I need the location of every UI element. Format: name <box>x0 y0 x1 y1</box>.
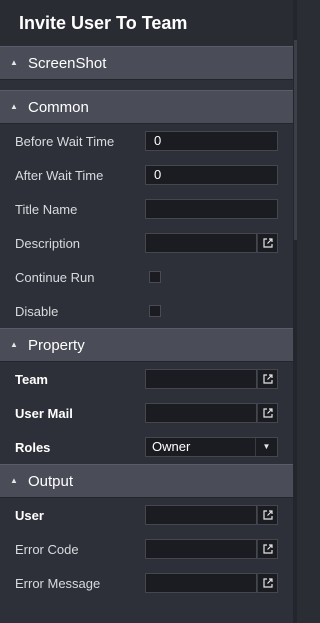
roles-selected-value: Owner <box>152 439 191 454</box>
row-description: Description <box>0 226 293 260</box>
description-input[interactable] <box>145 233 257 253</box>
open-external-icon[interactable] <box>257 539 278 559</box>
row-error-message: Error Message <box>0 566 293 600</box>
chevron-up-icon: ▲ <box>10 58 18 67</box>
open-external-icon[interactable] <box>257 369 278 389</box>
row-user: User <box>0 498 293 532</box>
section-label: Property <box>28 336 85 354</box>
team-input[interactable] <box>145 369 257 389</box>
open-external-icon[interactable] <box>257 505 278 525</box>
section-header-output[interactable]: ▲ Output <box>0 464 293 498</box>
chevron-up-icon: ▲ <box>10 340 18 349</box>
continue-run-label: Continue Run <box>15 269 95 285</box>
error-message-label: Error Message <box>15 575 101 591</box>
open-external-icon[interactable] <box>257 573 278 593</box>
section-header-property[interactable]: ▲ Property <box>0 328 293 362</box>
continue-run-checkbox[interactable] <box>149 271 161 283</box>
user-label: User <box>15 507 44 523</box>
chevron-up-icon: ▲ <box>10 102 18 111</box>
section-label: ScreenShot <box>28 54 107 72</box>
roles-label: Roles <box>15 439 51 455</box>
open-external-icon[interactable] <box>257 233 278 253</box>
scrollbar-thumb[interactable] <box>294 40 297 240</box>
disable-label: Disable <box>15 303 59 319</box>
row-continue-run: Continue Run <box>0 260 293 294</box>
before-wait-time-label: Before Wait Time <box>15 133 115 149</box>
error-message-input[interactable] <box>145 573 257 593</box>
disable-checkbox[interactable] <box>149 305 161 317</box>
row-disable: Disable <box>0 294 293 328</box>
section-header-common[interactable]: ▲ Common <box>0 90 293 124</box>
user-input[interactable] <box>145 505 257 525</box>
section-label: Common <box>28 98 89 116</box>
section-spacer <box>0 80 293 90</box>
section-label: Output <box>28 472 74 490</box>
after-wait-time-input[interactable]: 0 <box>145 165 278 185</box>
section-header-screenshot[interactable]: ▲ ScreenShot <box>0 46 293 80</box>
row-team: Team <box>0 362 293 396</box>
error-code-input[interactable] <box>145 539 257 559</box>
user-mail-input[interactable] <box>145 403 257 423</box>
before-wait-time-input[interactable]: 0 <box>145 131 278 151</box>
row-error-code: Error Code <box>0 532 293 566</box>
team-label: Team <box>15 371 48 387</box>
description-label: Description <box>15 235 81 251</box>
title-name-label: Title Name <box>15 201 78 217</box>
row-user-mail: User Mail <box>0 396 293 430</box>
row-title-name: Title Name <box>0 192 293 226</box>
row-roles: Roles Owner ▼ <box>0 430 293 464</box>
error-code-label: Error Code <box>15 541 79 557</box>
scrollbar[interactable] <box>293 0 297 623</box>
roles-select[interactable]: Owner ▼ <box>145 437 278 457</box>
chevron-up-icon: ▲ <box>10 476 18 485</box>
row-before-wait-time: Before Wait Time 0 <box>0 124 293 158</box>
row-after-wait-time: After Wait Time 0 <box>0 158 293 192</box>
after-wait-time-label: After Wait Time <box>15 167 104 183</box>
panel-title: Invite User To Team <box>0 0 293 46</box>
chevron-down-icon[interactable]: ▼ <box>255 438 277 456</box>
properties-panel: Invite User To Team ▲ ScreenShot ▲ Commo… <box>0 0 293 623</box>
open-external-icon[interactable] <box>257 403 278 423</box>
user-mail-label: User Mail <box>15 405 73 421</box>
title-name-input[interactable] <box>145 199 278 219</box>
